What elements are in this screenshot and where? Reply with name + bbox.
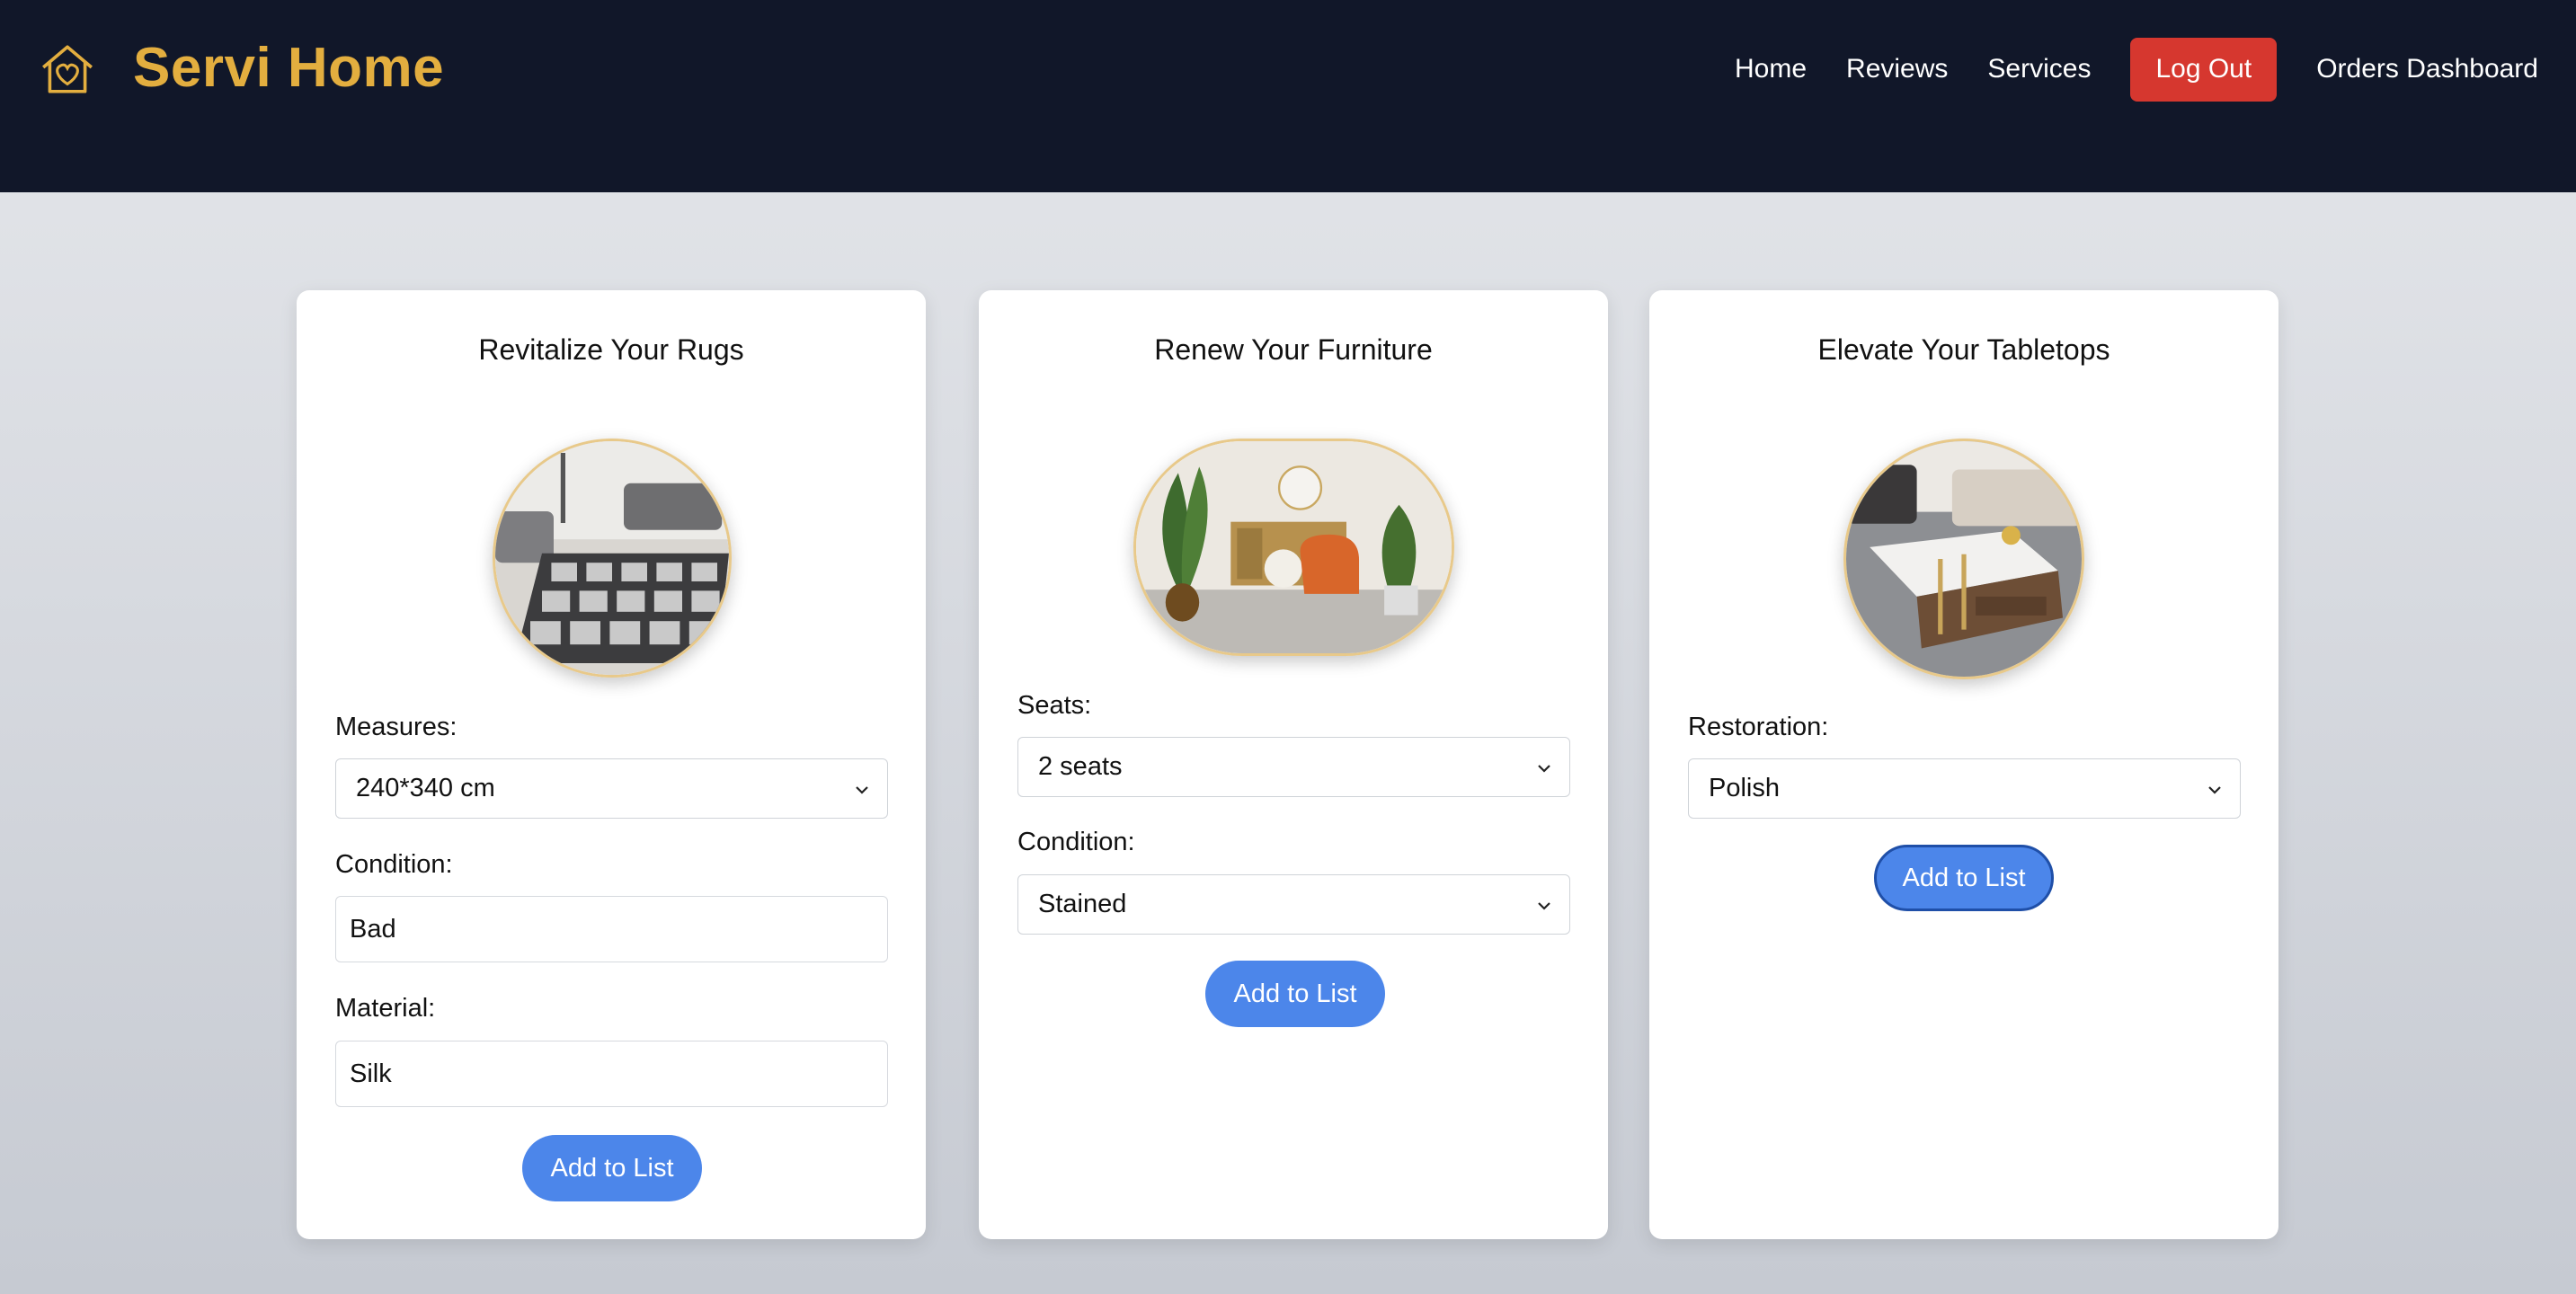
rugs-card-title: Revitalize Your Rugs [478,333,744,366]
add-furniture-to-list-button[interactable]: Add to List [1205,961,1385,1027]
brand-name[interactable]: Servi Home [133,36,444,100]
restoration-select[interactable]: Polish [1688,758,2241,819]
add-rug-to-list-button[interactable]: Add to List [522,1135,702,1201]
condition-value: Bad [350,914,396,944]
restoration-value: Polish [1709,774,1780,802]
measures-select[interactable]: 240*340 cm [335,758,888,819]
furniture-photo [1133,439,1454,656]
restoration-label: Restoration: [1688,713,1829,741]
material-label: Material: [335,994,436,1023]
tabletops-card-title: Elevate Your Tabletops [1817,333,2110,366]
nav-home[interactable]: Home [1735,54,1807,84]
furniture-condition-label: Condition: [1017,828,1135,856]
chevron-down-icon [856,786,868,794]
furniture-condition-select[interactable]: Stained [1017,874,1570,935]
top-header: Servi Home Home Reviews Services Log Out… [0,0,2576,192]
furniture-condition-value: Stained [1038,890,1127,918]
furniture-card: Renew Your Furniture Seats: 2 seats Cond… [979,290,1608,1239]
condition-input[interactable]: Bad [335,896,888,962]
rugs-card: Revitalize Your Rugs Measures: 240*340 c… [297,290,926,1239]
nav-reviews[interactable]: Reviews [1846,54,1948,84]
seats-label: Seats: [1017,691,1092,720]
chevron-down-icon [2208,786,2221,794]
tabletop-photo [1843,439,2084,679]
nav-orders-dashboard[interactable]: Orders Dashboard [2316,54,2538,84]
tabletops-card: Elevate Your Tabletops Restoration: Poli… [1649,290,2278,1239]
seats-select[interactable]: 2 seats [1017,737,1570,797]
nav-services[interactable]: Services [1987,54,2091,84]
rug-photo [493,439,732,678]
measures-label: Measures: [335,713,457,741]
house-heart-icon[interactable] [38,40,97,99]
add-tabletop-to-list-button[interactable]: Add to List [1874,845,2054,911]
seats-value: 2 seats [1038,752,1123,781]
main-nav: Home Reviews Services Log Out Orders Das… [1695,37,2538,102]
measures-value: 240*340 cm [356,774,495,802]
condition-label: Condition: [335,850,453,879]
furniture-card-title: Renew Your Furniture [1154,333,1433,366]
material-value: Silk [350,1059,392,1088]
logout-button[interactable]: Log Out [2130,37,2278,102]
material-input[interactable]: Silk [335,1041,888,1107]
chevron-down-icon [1538,765,1550,773]
chevron-down-icon [1538,902,1550,910]
